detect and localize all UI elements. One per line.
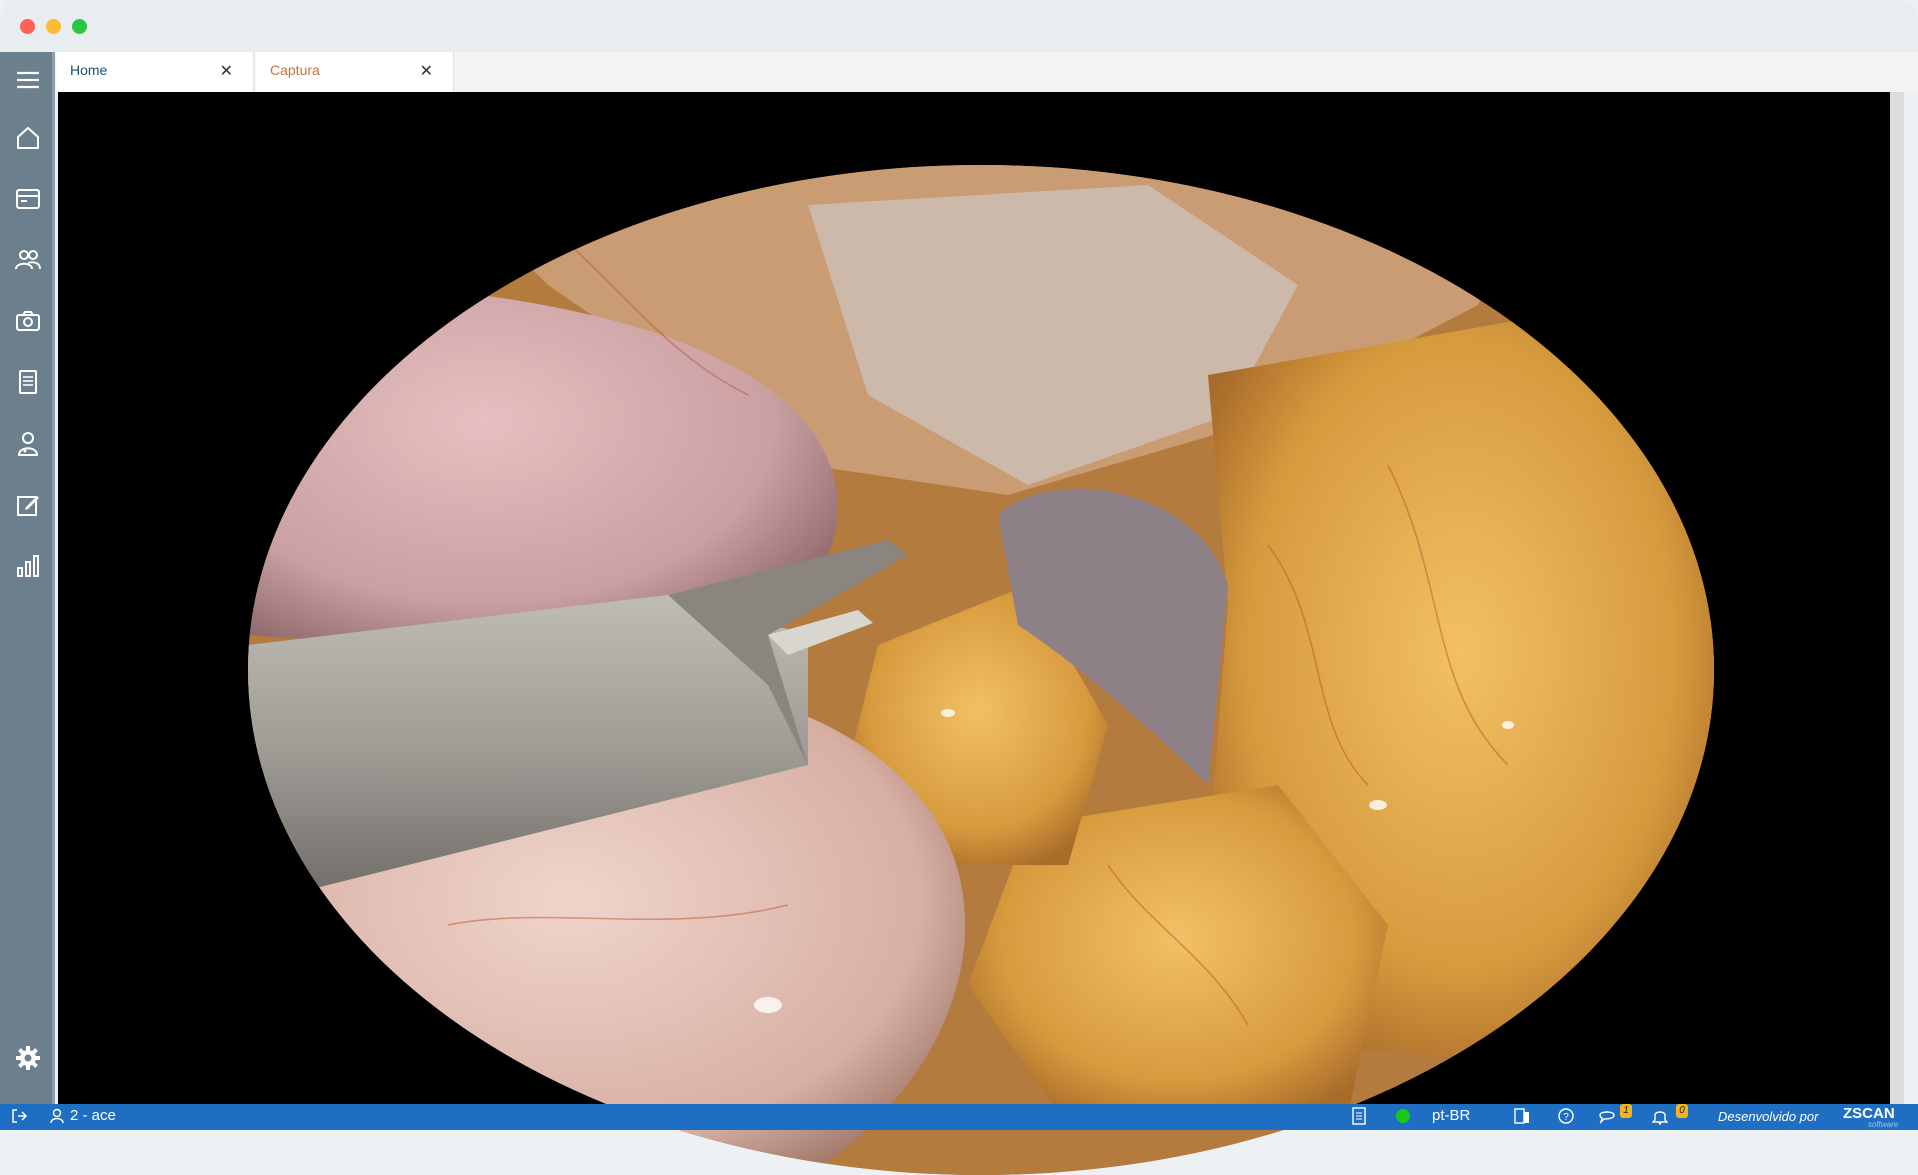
home-icon[interactable] — [8, 118, 48, 158]
language-label: pt-BR — [1432, 1107, 1471, 1124]
connection-status-icon — [1396, 1107, 1410, 1123]
sidebar — [0, 52, 55, 1104]
notifications-button[interactable] — [1652, 1107, 1668, 1125]
tab-captura-label: Captura — [270, 62, 320, 78]
minimize-window-button[interactable] — [46, 19, 61, 34]
messages-button[interactable] — [1598, 1107, 1616, 1125]
developed-by-label: Desenvolvido por — [1718, 1109, 1818, 1124]
tab-captura[interactable]: Captura ✕ — [256, 52, 454, 92]
developed-by-text: Desenvolvido por — [1718, 1109, 1819, 1124]
camera-icon[interactable] — [8, 301, 48, 341]
status-bar: 2 - ace pt-BR ? 1 0 Desenvolvido por ZSC… — [0, 1104, 1918, 1130]
user-icon — [50, 1108, 64, 1123]
tab-home[interactable]: Home ✕ — [56, 52, 254, 92]
bar-chart-icon[interactable] — [8, 546, 48, 586]
logout-icon[interactable] — [10, 1107, 28, 1125]
report-status-icon[interactable] — [1351, 1107, 1367, 1125]
messages-count-badge: 1 — [1620, 1104, 1632, 1118]
close-icon[interactable]: ✕ — [420, 61, 433, 81]
tab-bar: Home ✕ Captura ✕ — [55, 52, 1918, 92]
close-window-button[interactable] — [20, 19, 35, 34]
tab-home-label: Home — [70, 62, 108, 78]
video-viewer[interactable] — [58, 92, 1904, 1175]
close-icon[interactable]: ✕ — [220, 61, 233, 81]
report-document-icon[interactable] — [8, 362, 48, 402]
patients-icon[interactable] — [8, 240, 48, 280]
edit-icon[interactable] — [8, 485, 48, 525]
schedule-card-icon[interactable] — [8, 179, 48, 219]
bell-icon — [1652, 1111, 1668, 1125]
menu-icon[interactable] — [8, 60, 48, 100]
language-selector[interactable]: pt-BR — [1432, 1107, 1470, 1124]
endoscope-image — [248, 165, 1714, 1175]
brand-sub-text: software — [1868, 1120, 1899, 1129]
svg-text:?: ? — [1563, 1112, 1569, 1123]
help-icon[interactable]: ? — [1557, 1107, 1575, 1125]
notifications-count-badge: 0 — [1676, 1104, 1688, 1118]
device-icon[interactable] — [1513, 1107, 1531, 1125]
maximize-window-button[interactable] — [72, 19, 87, 34]
current-user[interactable]: 2 - ace — [50, 1107, 116, 1124]
user-label: 2 - ace — [70, 1107, 116, 1124]
window-titlebar — [0, 0, 1918, 52]
viewer-edge — [1890, 92, 1904, 1104]
doctor-icon[interactable] — [8, 424, 48, 464]
chat-icon — [1599, 1111, 1615, 1125]
settings-gear-icon[interactable] — [8, 1038, 48, 1078]
